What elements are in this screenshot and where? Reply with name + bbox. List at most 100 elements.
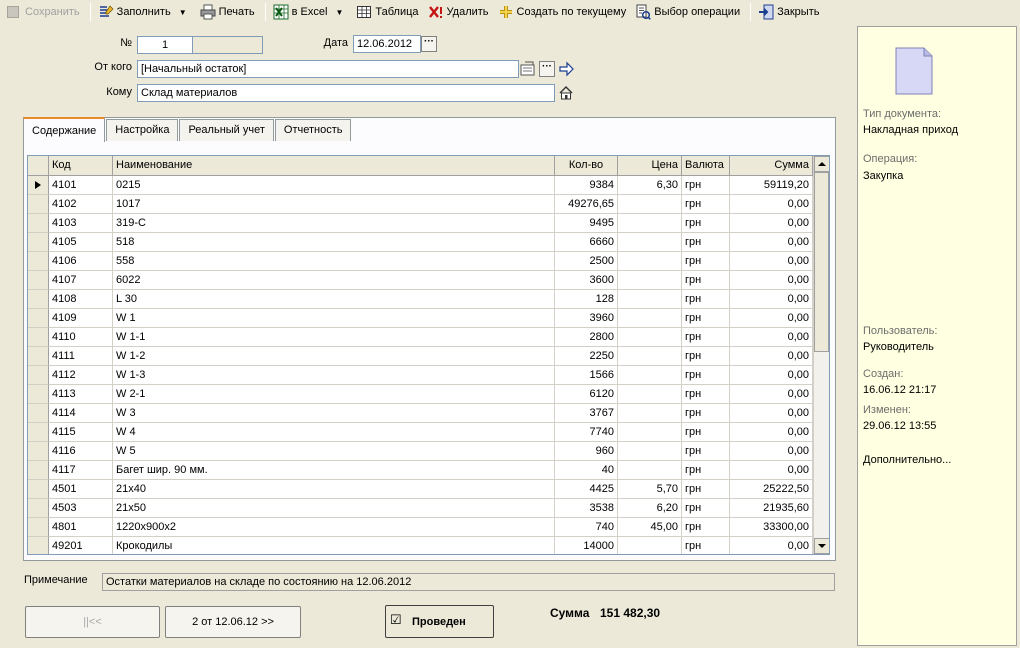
cell-qty[interactable]: 6660 bbox=[555, 233, 618, 252]
cell-name[interactable]: 21x50 bbox=[113, 499, 555, 518]
scroll-thumb[interactable] bbox=[814, 172, 829, 352]
cell-name[interactable]: 21x40 bbox=[113, 480, 555, 499]
header-sum[interactable]: Сумма bbox=[730, 156, 813, 175]
table-row[interactable]: 4101 0215 9384 6,30 грн 59119,20 bbox=[28, 176, 829, 195]
cell-currency[interactable]: грн bbox=[682, 233, 730, 252]
header-price[interactable]: Цена bbox=[618, 156, 682, 175]
cell-sum[interactable]: 0,00 bbox=[730, 195, 813, 214]
cell-qty[interactable]: 3960 bbox=[555, 309, 618, 328]
cell-name[interactable]: W 1-1 bbox=[113, 328, 555, 347]
cell-name[interactable]: L 30 bbox=[113, 290, 555, 309]
table-row[interactable]: 4112 W 1-3 1566 грн 0,00 bbox=[28, 366, 829, 385]
cell-currency[interactable]: грн bbox=[682, 537, 730, 554]
cell-name[interactable]: Багет шир. 90 мм. bbox=[113, 461, 555, 480]
table-row[interactable]: 4110 W 1-1 2800 грн 0,00 bbox=[28, 328, 829, 347]
cell-price[interactable] bbox=[618, 404, 682, 423]
table-row[interactable]: 4501 21x40 4425 5,70 грн 25222,50 bbox=[28, 480, 829, 499]
cell-currency[interactable]: грн bbox=[682, 309, 730, 328]
header-code[interactable]: Код bbox=[49, 156, 113, 175]
cell-currency[interactable]: грн bbox=[682, 442, 730, 461]
cell-name[interactable]: W 1 bbox=[113, 309, 555, 328]
cell-currency[interactable]: грн bbox=[682, 404, 730, 423]
row-selector[interactable] bbox=[28, 195, 49, 214]
cell-name[interactable]: 558 bbox=[113, 252, 555, 271]
more-link[interactable]: Дополнительно... bbox=[863, 454, 951, 466]
table-row[interactable]: 4115 W 4 7740 грн 0,00 bbox=[28, 423, 829, 442]
cell-code[interactable]: 4112 bbox=[49, 366, 113, 385]
cell-name[interactable]: 1220x900x2 bbox=[113, 518, 555, 537]
table-row[interactable]: 4114 W 3 3767 грн 0,00 bbox=[28, 404, 829, 423]
header-name[interactable]: Наименование bbox=[113, 156, 555, 175]
cell-currency[interactable]: грн bbox=[682, 252, 730, 271]
cell-qty[interactable]: 1566 bbox=[555, 366, 618, 385]
row-selector[interactable] bbox=[28, 537, 49, 554]
grid-vertical-scrollbar[interactable] bbox=[813, 156, 829, 554]
cell-qty[interactable]: 2250 bbox=[555, 347, 618, 366]
excel-button[interactable]: в Excel ▼ bbox=[270, 1, 354, 23]
table-row[interactable]: 4102 1017 49276,65 грн 0,00 bbox=[28, 195, 829, 214]
choose-operation-button[interactable]: Выбор операции bbox=[632, 1, 746, 23]
table-row[interactable]: 4105 518 6660 грн 0,00 bbox=[28, 233, 829, 252]
cell-price[interactable] bbox=[618, 423, 682, 442]
cell-sum[interactable]: 0,00 bbox=[730, 385, 813, 404]
cell-price[interactable] bbox=[618, 328, 682, 347]
cell-qty[interactable]: 9384 bbox=[555, 176, 618, 195]
row-selector[interactable] bbox=[28, 385, 49, 404]
cell-sum[interactable]: 0,00 bbox=[730, 442, 813, 461]
cell-price[interactable] bbox=[618, 537, 682, 554]
table-row[interactable]: 4801 1220x900x2 740 45,00 грн 33300,00 bbox=[28, 518, 829, 537]
table-row[interactable]: 4107 6022 3600 грн 0,00 bbox=[28, 271, 829, 290]
cell-price[interactable] bbox=[618, 442, 682, 461]
cell-qty[interactable]: 960 bbox=[555, 442, 618, 461]
table-button[interactable]: Таблица bbox=[353, 1, 424, 23]
cell-name[interactable]: W 4 bbox=[113, 423, 555, 442]
cell-currency[interactable]: грн bbox=[682, 480, 730, 499]
cell-currency[interactable]: грн bbox=[682, 290, 730, 309]
cell-name[interactable]: 1017 bbox=[113, 195, 555, 214]
cell-code[interactable]: 4101 bbox=[49, 176, 113, 195]
table-row[interactable]: 4116 W 5 960 грн 0,00 bbox=[28, 442, 829, 461]
cell-code[interactable]: 4111 bbox=[49, 347, 113, 366]
cell-code[interactable]: 4109 bbox=[49, 309, 113, 328]
cell-qty[interactable]: 14000 bbox=[555, 537, 618, 554]
tab-settings[interactable]: Настройка bbox=[106, 119, 179, 141]
row-selector[interactable] bbox=[28, 214, 49, 233]
cell-code[interactable]: 4116 bbox=[49, 442, 113, 461]
scroll-down-button[interactable] bbox=[814, 538, 829, 554]
cell-code[interactable]: 4105 bbox=[49, 233, 113, 252]
cell-currency[interactable]: грн bbox=[682, 271, 730, 290]
cell-sum[interactable]: 0,00 bbox=[730, 537, 813, 554]
cell-sum[interactable]: 59119,20 bbox=[730, 176, 813, 195]
first-document-button[interactable]: ||<< bbox=[25, 606, 160, 638]
cell-price[interactable]: 6,20 bbox=[618, 499, 682, 518]
number-field[interactable]: 1 bbox=[137, 36, 193, 54]
table-row[interactable]: 4108 L 30 128 грн 0,00 bbox=[28, 290, 829, 309]
cell-name[interactable]: W 5 bbox=[113, 442, 555, 461]
cell-currency[interactable]: грн bbox=[682, 366, 730, 385]
scroll-up-button[interactable] bbox=[814, 156, 829, 172]
cell-price[interactable] bbox=[618, 271, 682, 290]
table-row[interactable]: 4503 21x50 3538 6,20 грн 21935,60 bbox=[28, 499, 829, 518]
from-select-button[interactable]: ··· bbox=[539, 61, 555, 77]
table-row[interactable]: 4113 W 2-1 6120 грн 0,00 bbox=[28, 385, 829, 404]
cell-code[interactable]: 4801 bbox=[49, 518, 113, 537]
cell-price[interactable]: 5,70 bbox=[618, 480, 682, 499]
cell-sum[interactable]: 0,00 bbox=[730, 328, 813, 347]
cell-sum[interactable]: 21935,60 bbox=[730, 499, 813, 518]
cell-qty[interactable]: 3600 bbox=[555, 271, 618, 290]
row-selector[interactable] bbox=[28, 290, 49, 309]
row-selector[interactable] bbox=[28, 461, 49, 480]
date-field[interactable]: 12.06.2012 bbox=[353, 35, 421, 53]
cell-sum[interactable]: 0,00 bbox=[730, 309, 813, 328]
cell-price[interactable]: 6,30 bbox=[618, 176, 682, 195]
cell-price[interactable] bbox=[618, 214, 682, 233]
cell-name[interactable]: W 1-3 bbox=[113, 366, 555, 385]
cell-currency[interactable]: грн bbox=[682, 423, 730, 442]
save-button[interactable]: Сохранить bbox=[4, 1, 86, 23]
from-open-icon[interactable] bbox=[520, 61, 536, 77]
row-selector[interactable] bbox=[28, 176, 49, 195]
cell-code[interactable]: 4108 bbox=[49, 290, 113, 309]
cell-qty[interactable]: 49276,65 bbox=[555, 195, 618, 214]
cell-name[interactable]: Крокодилы bbox=[113, 537, 555, 554]
cell-sum[interactable]: 0,00 bbox=[730, 252, 813, 271]
